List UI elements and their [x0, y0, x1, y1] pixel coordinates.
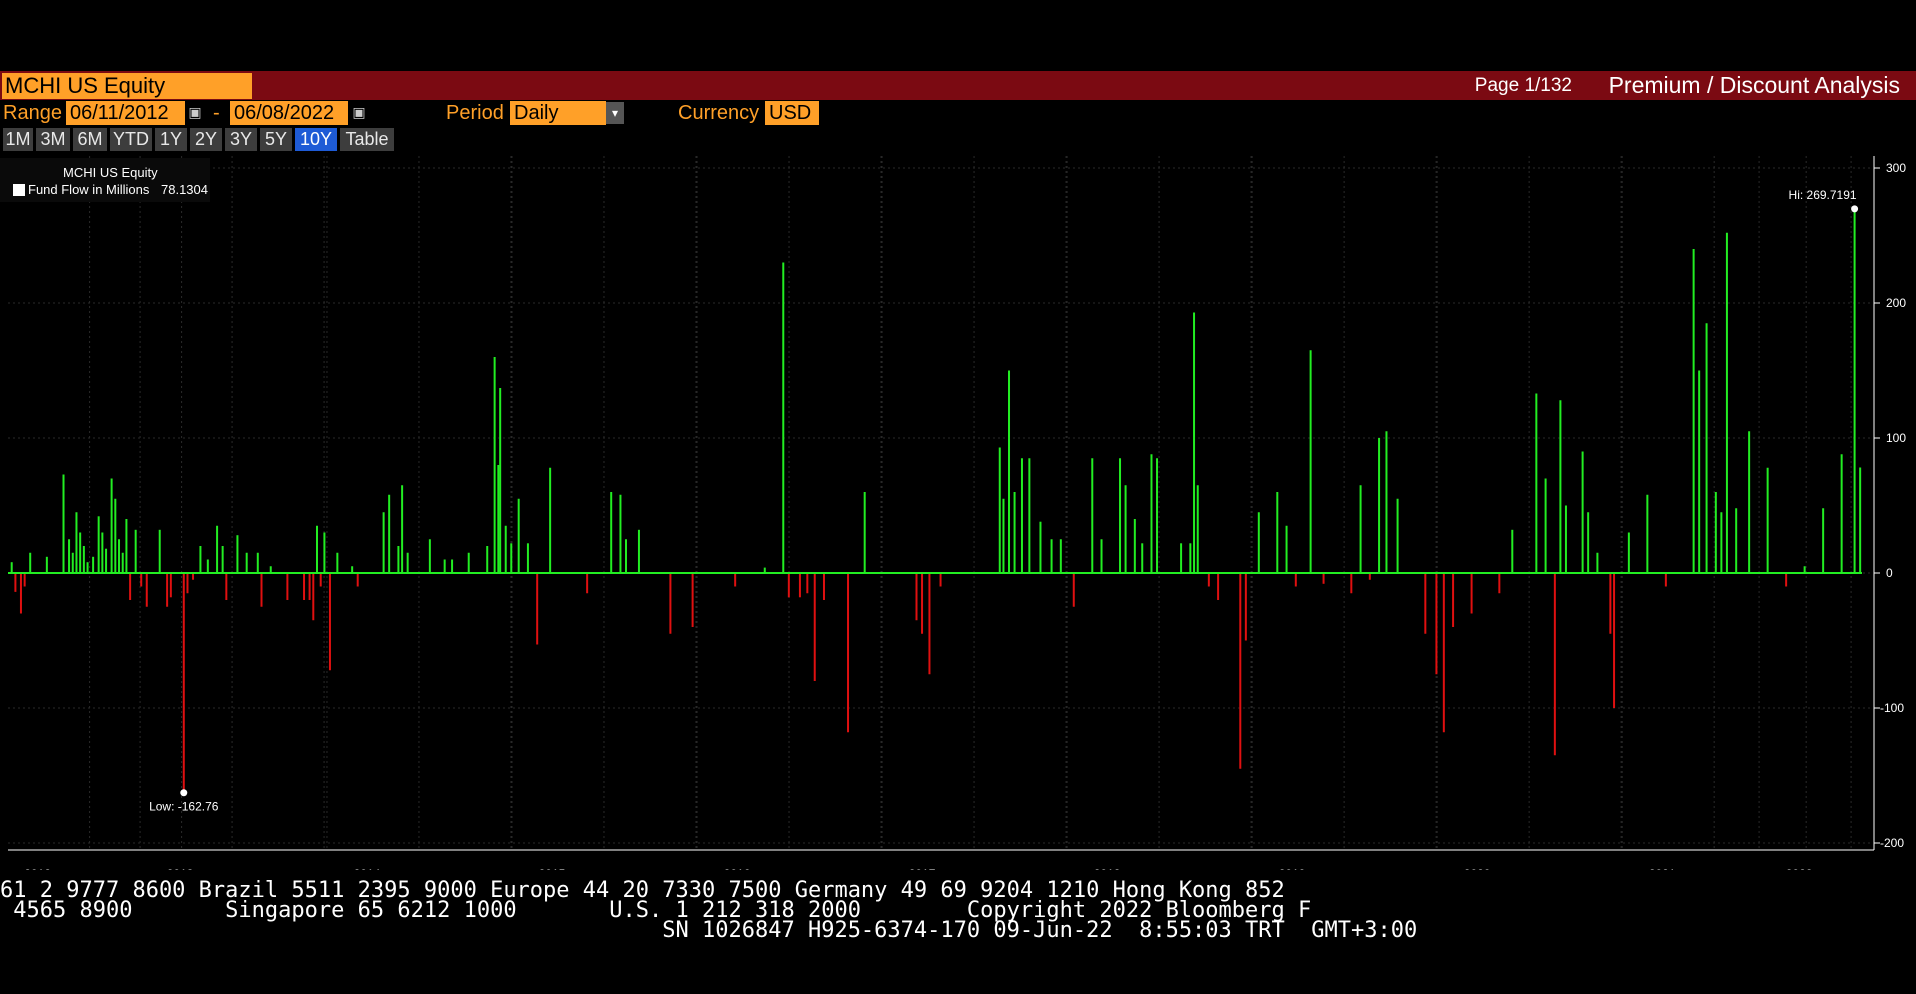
x-tick-label: 2014 — [354, 867, 381, 870]
range-button-1m[interactable]: 1M — [3, 128, 33, 151]
range-button-6m[interactable]: 6M — [73, 128, 107, 151]
ticker-field[interactable]: MCHI US Equity — [2, 73, 252, 99]
x-tick-label: 2021 — [1649, 867, 1676, 870]
range-button-5y[interactable]: 5Y — [260, 128, 292, 151]
session-info-line: SN 1026847 H925-6374-170 09-Jun-22 8:55:… — [0, 918, 1418, 943]
chart-legend: MCHI US Equity Fund Flow in Millions 78.… — [0, 158, 210, 202]
y-tick-label: -200 — [1880, 836, 1904, 850]
low-label: Low: -162.76 — [149, 800, 219, 814]
high-label: Hi: 269.7191 — [1789, 188, 1857, 202]
y-tick-label: -100 — [1880, 701, 1904, 715]
legend-series-name: Fund Flow in Millions — [28, 182, 150, 197]
start-date-field[interactable]: 06/11/2012 — [66, 101, 185, 125]
x-tick-label: 2012 — [24, 867, 51, 870]
range-button-1y[interactable]: 1Y — [155, 128, 187, 151]
range-label: Range — [3, 102, 62, 124]
y-tick-label: 0 — [1886, 566, 1893, 580]
currency-label: Currency — [678, 102, 760, 124]
period-label: Period — [446, 102, 504, 124]
range-button-10y[interactable]: 10Y — [295, 128, 337, 151]
range-button-2y[interactable]: 2Y — [190, 128, 222, 151]
y-tick-label: 200 — [1886, 296, 1906, 310]
x-tick-label: 2020 — [1464, 867, 1491, 870]
period-dropdown-icon[interactable]: ▾ — [606, 102, 624, 124]
x-tick-label: 2013 — [167, 867, 194, 870]
fund-flow-chart: 300 200 100 0 -100 -200 2012 2013 2014 2015 2016 2… — [0, 156, 1906, 870]
end-date-field[interactable]: 06/08/2022 — [230, 101, 348, 125]
x-tick-label: 2018 — [1094, 867, 1121, 870]
function-title: Premium / Discount Analysis — [1608, 72, 1900, 98]
x-tick-label: 2015 — [539, 867, 566, 870]
high-marker — [1851, 205, 1859, 213]
page-indicator: Page 1/132 — [1474, 75, 1572, 96]
legend-title: MCHI US Equity — [63, 165, 158, 180]
y-tick-label: 300 — [1886, 161, 1906, 175]
range-button-ytd[interactable]: YTD — [110, 128, 152, 151]
legend-last-value: 78.1304 — [161, 182, 208, 197]
range-separator: - — [213, 102, 220, 124]
end-calendar-icon[interactable]: ▣ — [352, 104, 366, 121]
legend-swatch — [13, 184, 25, 196]
period-select[interactable]: Daily — [510, 101, 606, 125]
x-tick-label: 2017 — [909, 867, 936, 870]
x-tick-label: 2022 — [1786, 867, 1813, 870]
x-tick-label: 2016 — [724, 867, 751, 870]
y-tick-label: 100 — [1886, 431, 1906, 445]
x-tick-label: 2019 — [1279, 867, 1306, 870]
range-button-3y[interactable]: 3Y — [225, 128, 257, 151]
low-marker — [180, 789, 188, 797]
range-button-table[interactable]: Table — [340, 128, 394, 151]
start-calendar-icon[interactable]: ▣ — [188, 104, 202, 121]
range-button-3m[interactable]: 3M — [36, 128, 70, 151]
currency-field[interactable]: USD — [765, 101, 819, 125]
